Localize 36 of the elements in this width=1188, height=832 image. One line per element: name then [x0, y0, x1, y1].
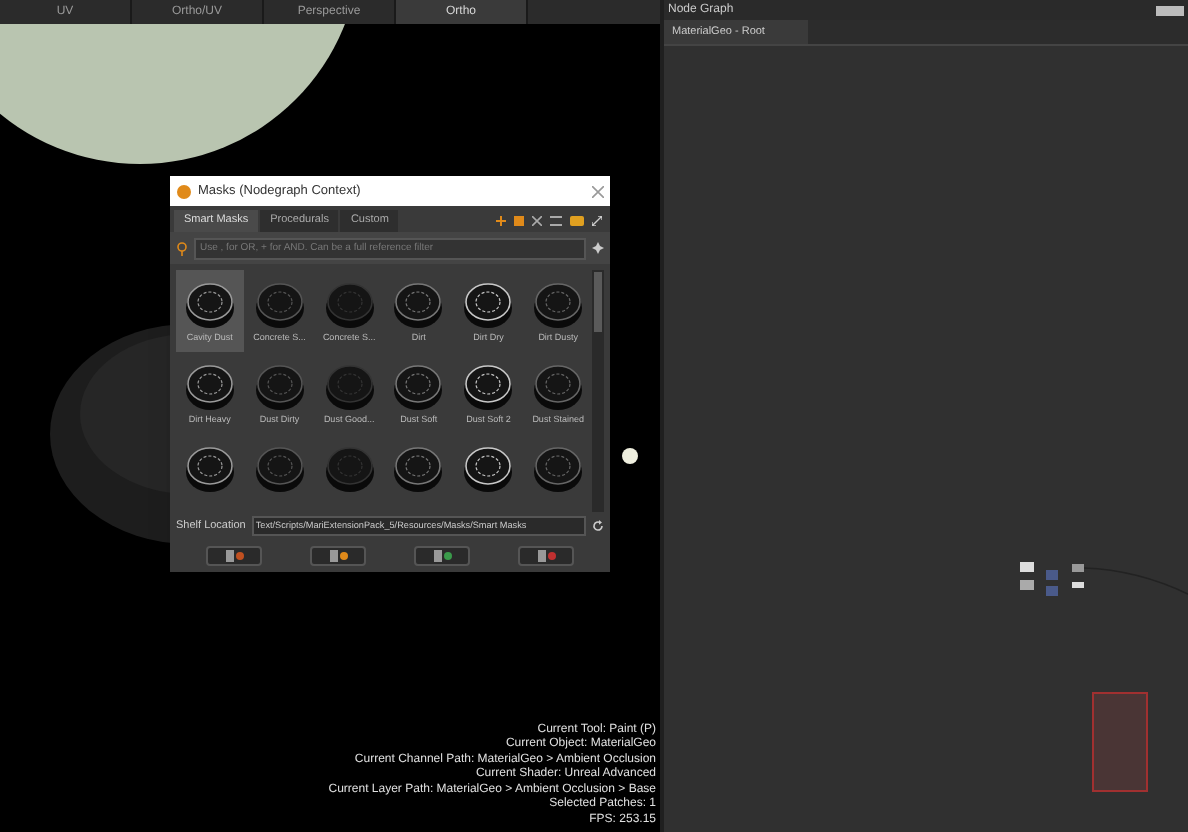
node-network-drawing	[1020, 562, 1084, 596]
mask-thumbnail-icon	[462, 278, 515, 330]
mask-thumbnail-icon	[392, 360, 445, 412]
expand-icon[interactable]	[592, 216, 602, 226]
remove-mask-button[interactable]	[518, 546, 574, 566]
mask-thumbnail-icon	[323, 278, 376, 330]
search-icon	[176, 241, 188, 255]
list-icon[interactable]	[550, 216, 562, 226]
mask-thumbnail-icon	[532, 360, 585, 412]
plus-icon[interactable]	[496, 216, 506, 226]
mask-thumbnail-icon	[532, 442, 585, 494]
panel-controls-icon[interactable]	[1156, 5, 1184, 15]
backdrop-node[interactable]	[1092, 692, 1148, 792]
app-logo-icon	[176, 183, 192, 199]
mask-thumbnail-icon	[253, 278, 306, 330]
mask-thumbnail-icon	[253, 442, 306, 494]
mask-thumbnail-icon	[183, 442, 236, 494]
refresh-icon[interactable]	[592, 520, 604, 532]
mask-thumbnail-icon	[323, 360, 376, 412]
mask-thumbnail-icon	[532, 278, 585, 330]
mask-thumbnail-icon	[323, 442, 376, 494]
scrollbar[interactable]	[592, 270, 604, 512]
connection-line	[1084, 566, 1188, 598]
pin-icon[interactable]	[592, 242, 604, 254]
mask-thumbnail-icon	[183, 360, 236, 412]
mask-thumbnail-icon	[183, 278, 236, 330]
mask-thumbnail-icon	[462, 360, 515, 412]
folder-icon[interactable]	[570, 216, 584, 226]
mask-thumbnail-icon	[392, 278, 445, 330]
mask-thumbnail-icon	[392, 442, 445, 494]
light-dot-icon	[622, 448, 638, 464]
mask-thumbnail-icon	[253, 360, 306, 412]
close-icon[interactable]	[592, 185, 604, 197]
mask-thumbnail-icon	[462, 442, 515, 494]
add-mask-button[interactable]	[414, 546, 470, 566]
close-icon[interactable]	[532, 216, 542, 226]
